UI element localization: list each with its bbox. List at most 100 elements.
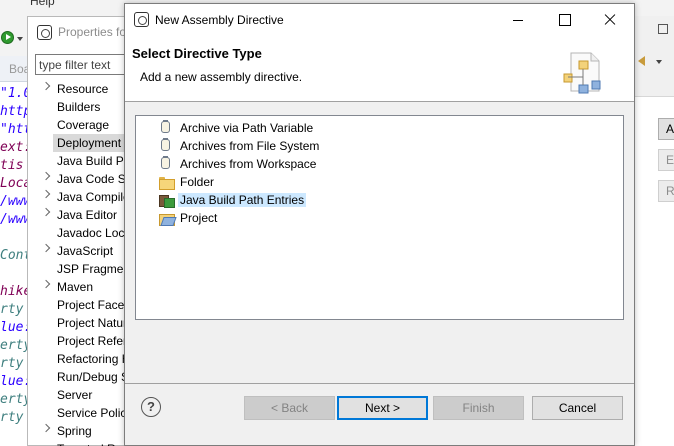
code-line: ext:: [0, 140, 30, 155]
code-line: rty: [0, 356, 24, 371]
properties-window: Properties fo Resource Builders Coverage De…: [27, 16, 137, 446]
properties-tree-item[interactable]: Targeted Runtimes: [28, 440, 137, 446]
panel-button[interactable]: Ad: [658, 118, 674, 140]
run-icon[interactable]: [1, 31, 14, 44]
eclipse-icon: [134, 12, 149, 27]
code-line: erty: [0, 338, 30, 353]
properties-tree-item[interactable]: Java Code St: [28, 170, 137, 188]
properties-tree-item[interactable]: JavaScript: [28, 242, 137, 260]
properties-tree-item-label: JSP Fragmen: [57, 262, 131, 276]
code-line: /www: [0, 194, 30, 209]
properties-tree-item-label: Project Natur: [57, 316, 128, 330]
chevron-down-icon[interactable]: [656, 60, 662, 64]
properties-tree-item-label: Java Build Pa: [57, 154, 131, 168]
directive-type-label: Archives from File System: [180, 139, 320, 153]
dialog-footer: ? < Back Next > Finish Cancel: [125, 383, 634, 445]
properties-window-title: Properties fo: [58, 25, 127, 39]
properties-tree-item-label: Project Refer: [57, 334, 128, 348]
code-line: hike: [0, 284, 30, 299]
code-line: lue:: [0, 320, 30, 335]
back-button[interactable]: < Back: [244, 396, 335, 420]
properties-tree-item[interactable]: Maven: [28, 278, 137, 296]
properties-tree-item[interactable]: Javadoc Loca: [28, 224, 137, 242]
code-line: erty: [0, 392, 30, 407]
properties-tree-item[interactable]: Refactoring H: [28, 350, 137, 368]
properties-tree-item[interactable]: Project Facet: [28, 296, 137, 314]
finish-button[interactable]: Finish: [433, 396, 524, 420]
code-line: http: [0, 104, 30, 119]
next-button[interactable]: Next >: [337, 396, 428, 420]
chevron-right-icon[interactable]: [41, 243, 51, 253]
properties-tree-item[interactable]: Project Natur: [28, 314, 137, 332]
chevron-right-icon[interactable]: [41, 189, 51, 199]
properties-tree-item[interactable]: Java Build Pa: [28, 152, 137, 170]
chevron-right-icon[interactable]: [41, 81, 51, 91]
code-line: /www: [0, 212, 30, 227]
panel-button[interactable]: Ed: [658, 149, 674, 171]
editor-tab[interactable]: Boa: [0, 56, 30, 82]
wizard-banner-icon: [563, 52, 601, 94]
properties-tree-item-label: Maven: [57, 280, 94, 294]
filter-field[interactable]: [35, 54, 131, 75]
properties-tree-item-label: Service Polic: [57, 406, 127, 420]
close-button[interactable]: [587, 4, 633, 35]
code-editor[interactable]: "1.0 http "htt ext: tis Loca/www/www Cont hike r…: [0, 86, 30, 446]
project-icon: [159, 211, 175, 226]
properties-tree-item-label: Server: [57, 388, 93, 402]
eclipse-icon: [37, 25, 52, 40]
code-line: Cont: [0, 248, 30, 263]
properties-tree-item[interactable]: JSP Fragmen: [28, 260, 137, 278]
code-line: tis: [0, 158, 24, 173]
code-line: rty: [0, 410, 24, 425]
properties-tree-item[interactable]: Builders: [28, 98, 137, 116]
chevron-right-icon[interactable]: [41, 279, 51, 289]
dialog-body: Archive via Path Variable Archives from F…: [125, 103, 634, 383]
directive-type-list[interactable]: Archive via Path Variable Archives from F…: [135, 115, 624, 320]
build-path-icon: [159, 193, 175, 208]
menu-help[interactable]: Help: [30, 0, 55, 8]
jar-icon: [161, 120, 170, 133]
properties-tree-item[interactable]: Resource: [28, 80, 137, 98]
cancel-button[interactable]: Cancel: [532, 396, 623, 420]
properties-tree-item-label: Java Editor: [57, 208, 118, 222]
properties-tree-item-label: Run/Debug S: [57, 370, 130, 384]
properties-tree-item[interactable]: Run/Debug S: [28, 368, 137, 386]
properties-tree-item-label: Project Facet: [57, 298, 128, 312]
panel-button[interactable]: Rer: [658, 180, 674, 202]
properties-tree-item[interactable]: Project Refer: [28, 332, 137, 350]
filter-input[interactable]: [36, 55, 126, 74]
window-control-icon[interactable]: [658, 24, 668, 34]
properties-tree-item[interactable]: Service Polic: [28, 404, 137, 422]
directive-type-label: Archives from Workspace: [180, 157, 317, 171]
properties-tree-item-label: JavaScript: [57, 244, 114, 258]
properties-tree-item[interactable]: Java Compile: [28, 188, 137, 206]
chevron-right-icon[interactable]: [41, 171, 51, 181]
properties-tree-item[interactable]: Server: [28, 386, 137, 404]
dialog-title: New Assembly Directive: [155, 13, 284, 27]
code-line: rty: [0, 302, 24, 317]
minimize-button[interactable]: [495, 4, 541, 35]
properties-tree-item-label: Builders: [57, 100, 101, 114]
wizard-header: Select Directive Type Add a new assembly…: [125, 35, 634, 102]
properties-tree-item[interactable]: Coverage: [28, 116, 137, 134]
properties-tree-item-label: Java Compile: [57, 190, 130, 204]
properties-tree-item-label: Spring: [57, 424, 92, 438]
wizard-page-title: Select Directive Type: [132, 46, 262, 61]
properties-tree-item-label: Coverage: [57, 118, 110, 132]
help-icon[interactable]: ?: [141, 397, 161, 417]
properties-tree-item[interactable]: Java Editor: [28, 206, 137, 224]
code-line: "htt: [0, 122, 30, 137]
back-arrow-icon[interactable]: [638, 56, 648, 66]
properties-tree-item-label: Javadoc Loca: [57, 226, 132, 240]
maximize-button[interactable]: [541, 4, 587, 35]
chevron-down-icon[interactable]: [17, 37, 23, 41]
chevron-right-icon[interactable]: [41, 423, 51, 433]
properties-tree: Resource Builders Coverage Deployment Java B…: [28, 80, 137, 446]
properties-tree-item[interactable]: Spring: [28, 422, 137, 440]
directive-type-label: Folder: [180, 175, 215, 189]
new-assembly-directive-dialog: New Assembly Directive Select Directive …: [124, 3, 635, 446]
jar-icon: [161, 156, 170, 169]
properties-tree-item-label: Java Code St: [57, 172, 130, 186]
directive-type-label: Archive via Path Variable: [180, 121, 314, 135]
chevron-right-icon[interactable]: [41, 207, 51, 217]
